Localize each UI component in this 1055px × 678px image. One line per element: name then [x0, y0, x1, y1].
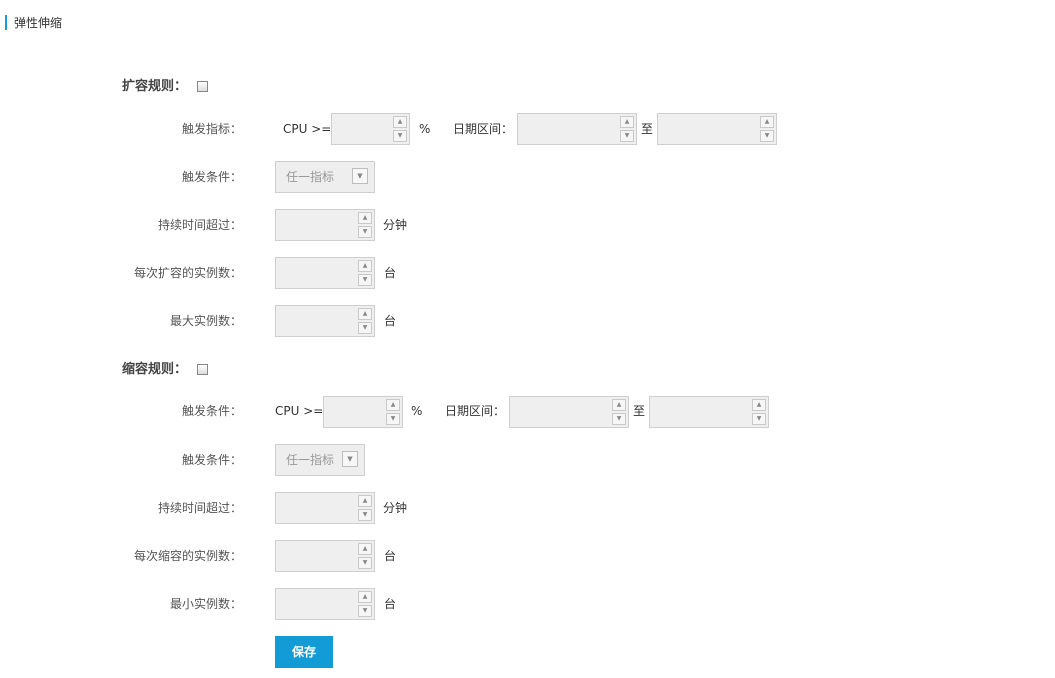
caret-up-icon[interactable]: ▲ [393, 116, 407, 128]
scale-in-step-unit: 台 [384, 549, 397, 563]
scale-out-step-unit: 台 [384, 266, 397, 280]
caret-down-icon[interactable]: ▼ [612, 413, 626, 425]
scale-in-limit-unit: 台 [384, 597, 397, 611]
scale-out-duration-unit: 分钟 [383, 218, 408, 232]
scale-out-duration-label: 持续时间超过： [157, 218, 242, 232]
caret-down-icon[interactable]: ▼ [386, 413, 400, 425]
chevron-down-icon: ▼ [342, 451, 358, 467]
caret-up-icon[interactable]: ▲ [358, 495, 372, 507]
scale-in-limit-input[interactable]: ▲ ▼ [275, 588, 375, 620]
page-title: 弹性伸缩 [14, 16, 63, 30]
scale-in-title: 缩容规则： [122, 362, 208, 378]
scale-in-trigger-metric-label: 触发条件： [181, 404, 242, 418]
caret-down-icon[interactable]: ▼ [358, 274, 372, 286]
caret-up-icon[interactable]: ▲ [760, 116, 774, 128]
scale-in-date-to: 至 [633, 404, 646, 418]
scale-out-trigger-metric-label: 触发指标： [181, 122, 242, 136]
caret-down-icon[interactable]: ▼ [752, 413, 766, 425]
caret-up-icon[interactable]: ▲ [386, 399, 400, 411]
caret-up-icon[interactable]: ▲ [752, 399, 766, 411]
scale-out-trigger-condition-value: 任一指标 [286, 170, 335, 184]
scale-out-cpu-label: CPU >= [283, 122, 332, 136]
caret-down-icon[interactable]: ▼ [358, 605, 372, 617]
scale-out-date-to: 至 [641, 122, 654, 136]
caret-up-icon[interactable]: ▲ [612, 399, 626, 411]
caret-up-icon[interactable]: ▲ [358, 260, 372, 272]
scale-out-date-start-input[interactable]: ▲ ▼ [517, 113, 637, 145]
scale-in-cpu-label: CPU >= [275, 404, 324, 418]
scale-out-limit-input[interactable]: ▲ ▼ [275, 305, 375, 337]
scale-out-enable-checkbox[interactable] [197, 81, 208, 92]
scale-out-cpu-input[interactable]: ▲ ▼ [331, 113, 410, 145]
caret-up-icon[interactable]: ▲ [620, 116, 634, 128]
scale-in-duration-unit: 分钟 [383, 501, 408, 515]
scale-in-trigger-condition-label: 触发条件： [181, 453, 242, 467]
scale-in-duration-input[interactable]: ▲ ▼ [275, 492, 375, 524]
scale-in-step-label: 每次缩容的实例数： [133, 549, 242, 563]
scale-in-duration-label: 持续时间超过： [157, 501, 242, 515]
scale-out-limit-unit: 台 [384, 314, 397, 328]
scale-out-title: 扩容规则： [122, 79, 208, 95]
caret-up-icon[interactable]: ▲ [358, 212, 372, 224]
scale-out-step-label: 每次扩容的实例数： [133, 266, 242, 280]
caret-up-icon[interactable]: ▲ [358, 591, 372, 603]
scale-in-date-start-input[interactable]: ▲ ▼ [509, 396, 629, 428]
caret-up-icon[interactable]: ▲ [358, 308, 372, 320]
scale-in-trigger-condition-value: 任一指标 [286, 453, 335, 467]
scale-in-limit-label: 最小实例数： [169, 597, 242, 611]
scale-out-title-label: 扩容规则： [122, 79, 188, 94]
chevron-down-icon: ▼ [352, 168, 368, 184]
caret-down-icon[interactable]: ▼ [358, 557, 372, 569]
scale-in-trigger-condition-select[interactable]: 任一指标 ▼ [275, 444, 365, 476]
caret-down-icon[interactable]: ▼ [760, 130, 774, 142]
scale-out-date-end-input[interactable]: ▲ ▼ [657, 113, 777, 145]
scale-in-title-label: 缩容规则： [122, 362, 188, 377]
caret-down-icon[interactable]: ▼ [358, 322, 372, 334]
scale-in-step-input[interactable]: ▲ ▼ [275, 540, 375, 572]
scale-out-trigger-condition-select[interactable]: 任一指标 ▼ [275, 161, 375, 193]
scale-out-limit-label: 最大实例数： [169, 314, 242, 328]
scale-in-cpu-input[interactable]: ▲ ▼ [323, 396, 403, 428]
header-accent-bar [5, 15, 7, 30]
scale-out-percent-unit: % [419, 122, 431, 136]
caret-down-icon[interactable]: ▼ [358, 226, 372, 238]
scale-out-trigger-condition-label: 触发条件： [181, 170, 242, 184]
scale-out-step-input[interactable]: ▲ ▼ [275, 257, 375, 289]
scale-in-date-end-input[interactable]: ▲ ▼ [649, 396, 769, 428]
caret-down-icon[interactable]: ▼ [358, 509, 372, 521]
scale-out-duration-input[interactable]: ▲ ▼ [275, 209, 375, 241]
scale-out-date-range-label: 日期区间： [453, 122, 514, 136]
caret-down-icon[interactable]: ▼ [620, 130, 634, 142]
caret-up-icon[interactable]: ▲ [358, 543, 372, 555]
scale-in-date-range-label: 日期区间： [445, 404, 506, 418]
caret-down-icon[interactable]: ▼ [393, 130, 407, 142]
save-button[interactable]: 保存 [275, 636, 333, 668]
scale-in-percent-unit: % [411, 404, 423, 418]
scale-in-enable-checkbox[interactable] [197, 364, 208, 375]
